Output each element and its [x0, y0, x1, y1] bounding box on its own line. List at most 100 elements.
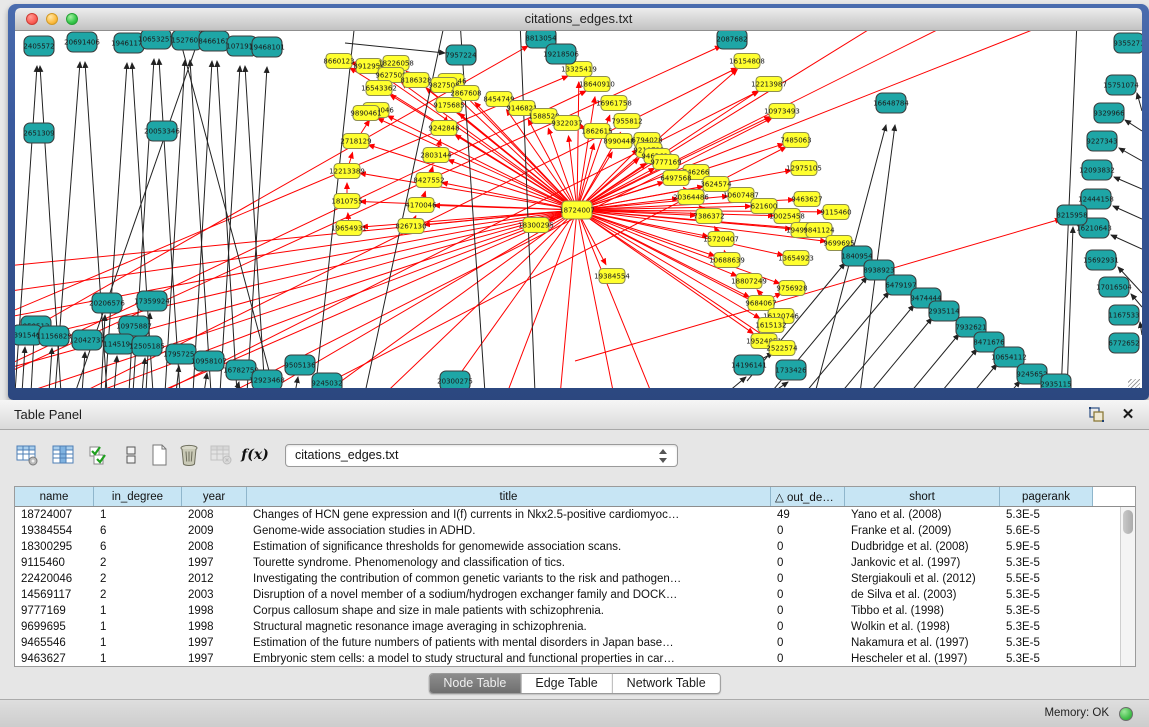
close-panel-icon[interactable]: ✕ — [1119, 405, 1137, 423]
network-canvas[interactable]: 1872400786601238912954182260589627509818… — [15, 31, 1142, 388]
graph-edge — [1119, 148, 1142, 161]
table-cell: Dudbridge et al. (2008) — [845, 539, 1000, 555]
graph-edge — [577, 210, 783, 255]
tab-network-table[interactable]: Network Table — [613, 674, 720, 693]
column-header-name[interactable]: name — [15, 487, 94, 506]
new-table-icon[interactable] — [146, 442, 172, 468]
graph-edge — [1125, 120, 1142, 131]
graph-edge — [834, 318, 932, 388]
graph-node-label: 8215958 — [1056, 212, 1087, 220]
table-cell: 5.3E-5 — [1000, 555, 1093, 571]
graph-node-label: 1167533 — [1108, 312, 1139, 320]
table-cell: Wolkin et al. (1998) — [845, 619, 1000, 635]
table-row[interactable]: 969969511998Structural magnetic resonanc… — [15, 619, 1135, 635]
table-settings-icon[interactable] — [14, 442, 40, 468]
graph-node-label: 9322037 — [551, 120, 582, 128]
select-rows-icon[interactable] — [86, 442, 112, 468]
table-cell: 0 — [771, 651, 845, 667]
tab-node-table[interactable]: Node Table — [429, 674, 521, 693]
table-cell: 1 — [94, 619, 182, 635]
column-header-year[interactable]: year — [182, 487, 247, 506]
graph-edge — [879, 349, 977, 388]
table-row[interactable]: 946554611997Estimation of the future num… — [15, 635, 1135, 651]
graph-node-label: 9684067 — [745, 300, 776, 308]
graph-node-label: 20691406 — [64, 39, 100, 47]
table-row[interactable]: 911546021997Tourette syndrome. Phenomeno… — [15, 555, 1135, 571]
graph-node-label: 10975887 — [116, 323, 152, 331]
dropdown-stepper-icon — [659, 449, 668, 463]
graph-node-label: 9777169 — [650, 159, 681, 167]
table-row[interactable]: 1872400712008Changes of HCN gene express… — [15, 507, 1135, 523]
resize-grip[interactable] — [1128, 379, 1140, 388]
table-type-tabs: Node TableEdge TableNetwork Table — [428, 673, 720, 694]
table-row[interactable]: 1938455462009Genome-wide association stu… — [15, 523, 1135, 539]
table-cell: 5.3E-5 — [1000, 651, 1093, 667]
show-columns-icon[interactable] — [50, 442, 76, 468]
graph-edge — [528, 119, 577, 210]
graph-node-label: 10653257 — [138, 36, 174, 44]
graph-node-label: 7386372 — [693, 213, 724, 221]
column-header-title[interactable]: title — [247, 487, 771, 506]
graph-node-label: 12505185 — [129, 343, 165, 351]
graph-node-label: 16961758 — [596, 100, 632, 108]
table-cell: Tourette syndrome. Phenomenology and cla… — [247, 555, 771, 571]
graph-node-label: 12923468 — [249, 377, 285, 385]
table-cell: Changes of HCN gene expression and I(f) … — [247, 507, 771, 523]
import-table-icon[interactable] — [208, 442, 234, 468]
table-panel-title: Table Panel — [14, 400, 82, 430]
table-cell: Investigating the contribution of common… — [247, 571, 771, 587]
table-cell: 14569117 — [15, 587, 94, 603]
table-cell: 5.3E-5 — [1000, 603, 1093, 619]
graph-node-label: 2718129 — [340, 138, 371, 146]
graph-node-label: 12444158 — [1078, 196, 1114, 204]
table-cell: 0 — [771, 587, 845, 603]
graph-edge — [82, 352, 85, 388]
column-header-out_de[interactable]: △ out_de… — [771, 487, 845, 506]
graph-edge — [715, 377, 746, 388]
function-builder-icon[interactable]: f(x) — [242, 442, 268, 468]
memory-indicator-icon[interactable] — [1119, 707, 1133, 721]
table-cell: 2 — [94, 571, 182, 587]
graph-node-label: 8990448 — [603, 138, 634, 146]
scrollbar-thumb[interactable] — [1123, 510, 1133, 534]
graph-edge — [114, 356, 117, 388]
graph-node-label: 20364486 — [673, 194, 709, 202]
table-cell: 9115460 — [15, 555, 94, 571]
table-row[interactable]: 1456911722003Disruption of a novel membe… — [15, 587, 1135, 603]
graph-edge — [861, 334, 959, 388]
table-selector-dropdown[interactable]: citations_edges.txt — [285, 444, 678, 467]
table-cell: 6 — [94, 523, 182, 539]
function-builder-label: f(x) — [241, 447, 269, 463]
float-panel-icon[interactable] — [1087, 405, 1105, 423]
graph-node-label: 10688639 — [709, 257, 745, 265]
table-row[interactable]: 977716911998Corpus callosum shape and si… — [15, 603, 1135, 619]
graph-node-label: 18300295 — [518, 222, 554, 230]
graph-node-label: 6479197 — [885, 282, 916, 290]
column-header-short[interactable]: short — [845, 487, 1000, 506]
table-cell: Estimation of significance thresholds fo… — [247, 539, 771, 555]
graph-node-label: 12213389 — [329, 168, 365, 176]
table-row[interactable]: 1830029562008Estimation of significance … — [15, 539, 1135, 555]
table-cell: 5.3E-5 — [1000, 507, 1093, 523]
table-cell: 1997 — [182, 651, 247, 667]
table-cell: Genome-wide association studies in ADHD. — [247, 523, 771, 539]
column-header-pagerank[interactable]: pagerank — [1000, 487, 1093, 506]
delete-table-icon[interactable] — [176, 442, 202, 468]
table-cell: 5.3E-5 — [1000, 635, 1093, 651]
graph-edge — [175, 31, 275, 388]
graph-node-label: 18640910 — [579, 81, 615, 89]
table-cell: 19384554 — [15, 523, 94, 539]
graph-edge — [1111, 235, 1142, 249]
graph-edge — [922, 381, 1020, 388]
tab-edge-table[interactable]: Edge Table — [521, 674, 612, 693]
graph-node-label: 10025458 — [769, 213, 805, 221]
column-header-in_degree[interactable]: in_degree — [94, 487, 182, 506]
table-cell: 9699695 — [15, 619, 94, 635]
network-window-titlebar[interactable]: citations_edges.txt — [15, 8, 1142, 31]
table-row[interactable]: 946362711997Embryonic stem cells: a mode… — [15, 651, 1135, 667]
table-row[interactable]: 2242004622012Investigating the contribut… — [15, 571, 1135, 587]
graph-edge — [325, 210, 577, 388]
row-height-icon[interactable] — [118, 442, 144, 468]
vertical-scrollbar[interactable] — [1120, 507, 1135, 666]
graph-node-label: 2651309 — [23, 130, 54, 138]
